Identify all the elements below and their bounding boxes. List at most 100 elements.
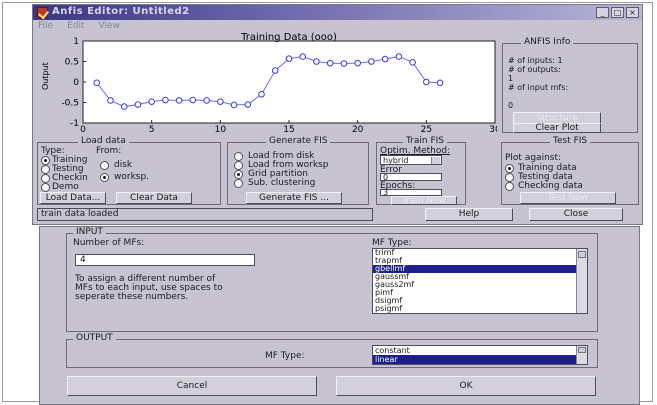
data-point — [423, 78, 430, 86]
radio-workspace[interactable] — [100, 173, 109, 182]
data-point — [326, 59, 334, 67]
out-option-constant[interactable]: constant — [373, 346, 587, 355]
radio-test-checking-label: Checking data — [518, 181, 583, 191]
radio-test-testing[interactable] — [505, 173, 514, 182]
epochs-field[interactable]: 3 — [380, 189, 442, 197]
error-tolerance-field[interactable]: 0 — [380, 173, 442, 182]
data-point — [175, 97, 183, 104]
radio-grid-partition[interactable] — [234, 170, 243, 179]
data-point — [230, 101, 238, 109]
radio-sub-clustering[interactable] — [234, 179, 243, 188]
train-fis-panel: Train FIS Optim. Method: hybrid Error 0 … — [376, 136, 466, 206]
clear-data-button[interactable]: Clear Data — [116, 192, 192, 204]
data-point — [381, 55, 389, 63]
data-point — [409, 59, 416, 66]
radio-load-workspace[interactable] — [234, 161, 243, 170]
data-point — [93, 79, 101, 87]
matlab-app-icon — [37, 7, 48, 18]
mf-option-gauss2mf[interactable]: gauss2mf — [373, 281, 587, 289]
data-point — [244, 101, 252, 108]
radio-test-training[interactable] — [505, 164, 514, 173]
output-section-title: OUTPUT — [73, 333, 116, 343]
y-tick-label: 0 — [73, 78, 79, 88]
chart-title: Training Data (ooo) — [240, 32, 337, 43]
radio-load-disk[interactable] — [234, 152, 243, 161]
close-window-button[interactable]: × — [626, 7, 639, 18]
maximize-button[interactable]: □ — [611, 7, 624, 18]
test-fis-panel: Test FIS Plot against: Training data Tes… — [501, 136, 639, 205]
data-point — [217, 98, 224, 105]
output-panel: OUTPUT MF Type: constant linear — [66, 333, 598, 368]
radio-sub-clustering-label: Sub. clustering — [248, 178, 316, 188]
scroll-thumb[interactable] — [578, 251, 586, 258]
num-mfs-input[interactable]: 4 — [75, 254, 255, 266]
radio-test-checking[interactable] — [505, 182, 514, 191]
data-point — [189, 96, 197, 104]
info-mf-count: 0 — [508, 101, 514, 110]
load-data-button[interactable]: Load Data... — [40, 192, 106, 204]
y-axis-ticks: 1 0.5 0 -0.5 -1 — [61, 37, 86, 129]
data-point — [340, 60, 348, 67]
radio-training[interactable] — [41, 156, 50, 165]
hint-line-3: seperate these numbers. — [75, 292, 189, 302]
mf-option-psigmf[interactable]: psigmf — [373, 305, 587, 313]
anfis-editor-window: Anfis Editor: Untitled2 _ □ × File Edit … — [32, 4, 643, 225]
mf-list-scrollbar[interactable] — [576, 249, 587, 313]
num-mfs-label: Number of MFs: — [73, 238, 145, 248]
radio-demo[interactable] — [41, 183, 50, 192]
optim-method-value: hybrid — [383, 156, 409, 165]
input-section-title: INPUT — [73, 227, 106, 237]
data-point — [285, 55, 293, 62]
title-bar[interactable]: Anfis Editor: Untitled2 _ □ × — [33, 5, 642, 20]
x-tick-label: 5 — [149, 125, 155, 132]
ok-button[interactable]: OK — [336, 376, 596, 396]
train-fis-title: Train FIS — [403, 136, 447, 146]
test-now-button[interactable]: Test Now — [520, 192, 616, 204]
load-data-title: Load data — [78, 136, 129, 146]
x-tick-label: 15 — [283, 125, 294, 132]
screenshot-frame: Anfis Editor: Untitled2 _ □ × File Edit … — [2, 2, 653, 405]
membership-function-dialog: INPUT Number of MFs: 4 To assign a diffe… — [39, 226, 640, 405]
output-mf-type-listbox[interactable]: constant linear — [372, 345, 588, 365]
mf-option-trapmf[interactable]: trapmf — [373, 257, 587, 265]
info-outputs: # of outputs: — [508, 65, 561, 74]
data-point — [120, 103, 128, 110]
mf-option-pimf[interactable]: pimf — [373, 289, 587, 297]
help-button[interactable]: Help — [425, 208, 513, 221]
cancel-button[interactable]: Cancel — [67, 376, 317, 396]
data-point — [299, 53, 307, 60]
from-label: From: — [96, 146, 122, 156]
output-scroll-thumb[interactable] — [578, 347, 586, 353]
output-list-scrollbar[interactable] — [576, 346, 587, 364]
radio-disk-label: disk — [114, 160, 133, 170]
training-data-chart: Training Data (ooo) Output 051015202530 … — [41, 32, 497, 132]
anfis-info-title: ANFIS Info — [521, 37, 574, 47]
minimize-button[interactable]: _ — [596, 7, 609, 18]
data-point — [134, 101, 142, 108]
mf-option-trimf[interactable]: trimf — [373, 249, 587, 257]
input-panel: INPUT Number of MFs: 4 To assign a diffe… — [66, 227, 598, 332]
train-now-button[interactable]: Train Now — [391, 196, 457, 206]
close-button[interactable]: Close — [529, 208, 623, 221]
mf-option-dsigmf[interactable]: dsigmf — [373, 297, 587, 305]
x-tick-label: 30 — [489, 125, 497, 132]
radio-checking[interactable] — [41, 174, 50, 183]
menu-edit[interactable]: Edit — [67, 20, 84, 32]
radio-testing[interactable] — [41, 165, 50, 174]
radio-disk[interactable] — [100, 161, 109, 170]
generate-fis-panel: Generate FIS Load from disk Load from wo… — [227, 136, 369, 205]
info-outputs-count: 1 — [508, 74, 514, 83]
dropdown-arrow-icon — [431, 157, 440, 164]
generate-fis-button[interactable]: Generate FIS ... — [246, 192, 342, 204]
clear-plot-button[interactable]: Clear Plot — [513, 123, 601, 133]
mf-type-listbox[interactable]: trimf trapmf gbellmf gaussmf gauss2mf pi… — [372, 248, 588, 314]
data-point — [368, 58, 375, 65]
anfis-info-panel: ANFIS Info # of inputs: 1 # of outputs: … — [502, 37, 638, 133]
data-point — [107, 97, 114, 104]
x-tick-label: 0 — [80, 125, 86, 132]
out-option-linear[interactable]: linear — [373, 355, 587, 364]
menu-file[interactable]: File — [38, 20, 53, 32]
optim-method-dropdown[interactable]: hybrid — [380, 155, 442, 165]
load-data-panel: Load data Type: From: Training Testing C… — [37, 136, 221, 205]
menu-view[interactable]: View — [99, 20, 120, 32]
